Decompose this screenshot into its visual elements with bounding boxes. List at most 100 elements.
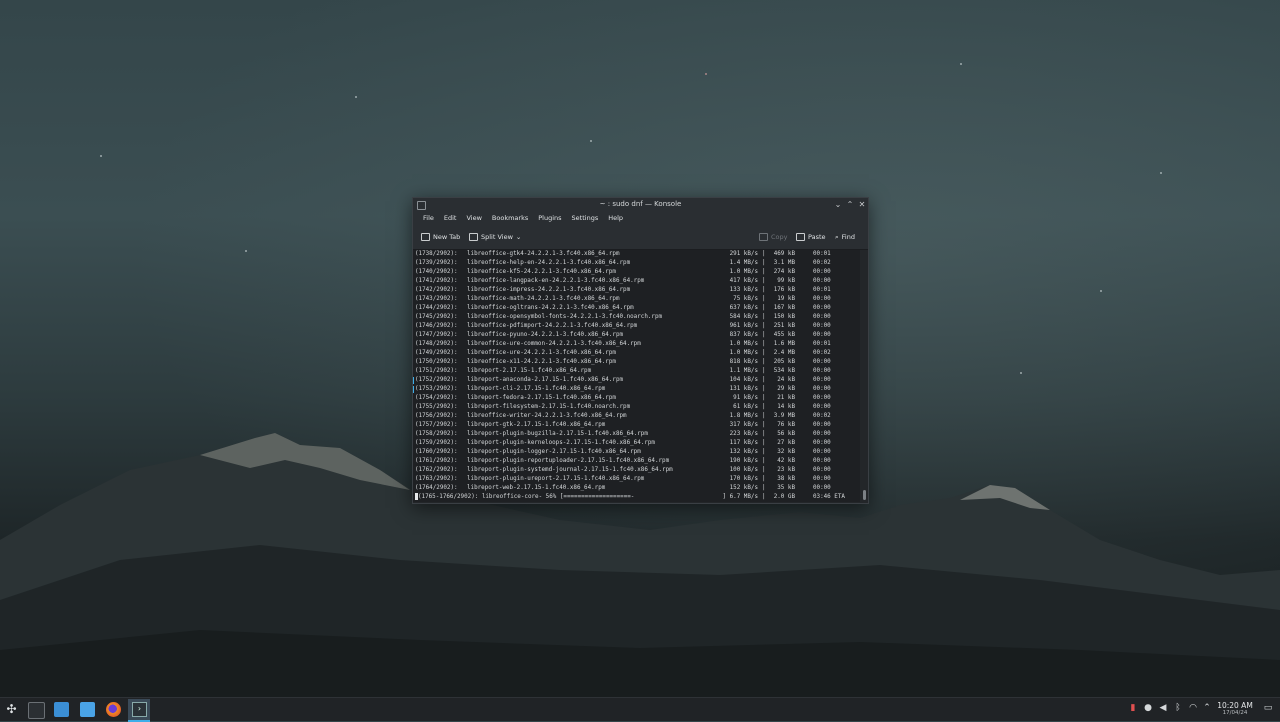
wifi-icon[interactable]: ◠	[1187, 702, 1199, 714]
terminal-line: (1763/2902): libreport-plugin-ureport-2.1…	[413, 475, 860, 484]
selection-marker	[413, 386, 414, 393]
package-name: libreport-anaconda-2.17.15-1.fc40.x86_64…	[467, 377, 624, 383]
terminal-icon: ›	[132, 702, 147, 717]
package-name: libreoffice-help-en-24.2.2.1-3.fc40.x86_…	[467, 260, 631, 266]
line-index: (1760/2902):	[415, 449, 458, 455]
download-rate: 75 kB/s	[733, 296, 758, 302]
package-size: 3.9 MB	[773, 413, 795, 419]
terminal-line: (1750/2902): libreoffice-x11-24.2.2.1-3.f…	[413, 358, 860, 367]
package-name: libreoffice-langpack-en-24.2.2.1-3.fc40.…	[467, 278, 645, 284]
package-name: libreport-2.17.15-1.fc40.x86_64.rpm	[467, 368, 592, 374]
line-index: (1748/2902):	[415, 341, 458, 347]
package-size: 167 kB	[773, 305, 795, 311]
package-name: libreport-gtk-2.17.15-1.fc40.x86_64.rpm	[467, 422, 606, 428]
download-rate: 170 kB/s	[729, 476, 758, 482]
update-notifier-icon[interactable]: ▮	[1127, 702, 1139, 714]
volume-icon[interactable]: ◀	[1157, 702, 1169, 714]
menu-bookmarks[interactable]: Bookmarks	[487, 214, 533, 222]
new-tab-button[interactable]: New Tab	[421, 232, 460, 242]
download-rate: 1.1 MB/s	[729, 368, 758, 374]
package-name: libreoffice-ure-24.2.2.1-3.fc40.x86_64.r…	[467, 350, 616, 356]
clock[interactable]: 10:20 AM 17/04/24	[1212, 701, 1258, 717]
pager-icon[interactable]	[28, 702, 45, 719]
terminal-line: (1745/2902): libreoffice-opensymbol-fonts…	[413, 313, 860, 322]
line-index: (1754/2902):	[415, 395, 458, 401]
progress-eta: 03:46 ETA	[813, 494, 845, 500]
app-launcher-icon[interactable]: ✣	[4, 702, 19, 717]
column-separator: |	[762, 350, 766, 356]
column-separator: |	[762, 314, 766, 320]
package-size: 469 kB	[773, 251, 795, 257]
terminal-line: (1743/2902): libreoffice-math-24.2.2.1-3.…	[413, 295, 860, 304]
menu-settings[interactable]: Settings	[567, 214, 604, 222]
find-button[interactable]: ⌕ Find	[835, 232, 855, 242]
column-separator: |	[762, 359, 766, 365]
firefox-icon[interactable]	[106, 702, 121, 717]
close-icon[interactable]: ✕	[856, 198, 868, 211]
download-time: 00:00	[813, 332, 831, 338]
line-index: (1758/2902):	[415, 431, 458, 437]
discover-icon[interactable]	[54, 702, 69, 717]
line-index: (1742/2902):	[415, 287, 458, 293]
download-time: 00:00	[813, 431, 831, 437]
terminal-line: (1756/2902): libreoffice-writer-24.2.2.1-…	[413, 412, 860, 421]
terminal-scrollbar[interactable]	[860, 250, 868, 502]
selection-marker	[413, 377, 414, 384]
file-manager-icon[interactable]	[80, 702, 95, 717]
line-index: (1757/2902):	[415, 422, 458, 428]
copy-button[interactable]: Copy	[759, 232, 788, 242]
titlebar[interactable]: ~ : sudo dnf — Konsole ⌄ ⌃ ✕	[413, 198, 868, 211]
download-time: 00:00	[813, 323, 831, 329]
bluetooth-icon[interactable]: ᛒ	[1172, 702, 1184, 714]
download-rate: 61 kB/s	[733, 404, 758, 410]
terminal-output[interactable]: (1738/2902): libreoffice-gtk4-24.2.2.1-3.…	[413, 250, 860, 502]
column-separator: |	[762, 296, 766, 302]
column-separator: |	[762, 485, 766, 491]
terminal-line: (1753/2902): libreport-cli-2.17.15-1.fc40…	[413, 385, 860, 394]
package-name: libreoffice-pdfimport-24.2.2.1-3.fc40.x8…	[467, 323, 638, 329]
download-time: 00:02	[813, 413, 831, 419]
split-view-label: Split View	[481, 233, 513, 241]
column-separator: |	[762, 287, 766, 293]
maximize-icon[interactable]: ⌃	[844, 198, 856, 211]
terminal-app-icon	[417, 201, 426, 210]
menu-edit[interactable]: Edit	[439, 214, 462, 222]
package-size: 14 kB	[777, 404, 795, 410]
line-index: (1759/2902):	[415, 440, 458, 446]
package-size: 3.1 MB	[773, 260, 795, 266]
split-view-icon	[469, 233, 478, 241]
download-rate: 1.0 MB/s	[729, 350, 758, 356]
split-view-button[interactable]: Split View ⌄	[469, 232, 521, 242]
package-size: 455 kB	[773, 332, 795, 338]
line-index: (1751/2902):	[415, 368, 458, 374]
line-index: (1738/2902):	[415, 251, 458, 257]
line-index: (1749/2902):	[415, 350, 458, 356]
minimize-icon[interactable]: ⌄	[832, 198, 844, 211]
package-name: libreport-plugin-reportuploader-2.17.15-…	[467, 458, 670, 464]
column-separator: |	[762, 413, 766, 419]
menu-file[interactable]: File	[418, 214, 439, 222]
download-rate: 132 kB/s	[729, 449, 758, 455]
show-desktop-icon[interactable]: ▭	[1262, 702, 1274, 714]
column-separator: |	[762, 494, 766, 500]
package-size: 38 kB	[777, 476, 795, 482]
menubar: File Edit View Bookmarks Plugins Setting…	[413, 211, 868, 225]
download-time: 00:00	[813, 368, 831, 374]
download-rate: 417 kB/s	[729, 278, 758, 284]
menu-plugins[interactable]: Plugins	[533, 214, 566, 222]
download-rate: 152 kB/s	[729, 485, 758, 491]
menu-view[interactable]: View	[461, 214, 486, 222]
column-separator: |	[762, 260, 766, 266]
menu-help[interactable]: Help	[603, 214, 628, 222]
package-name: libreport-plugin-ureport-2.17.15-1.fc40.…	[467, 476, 645, 482]
package-name: libreoffice-pyuno-24.2.2.1-3.fc40.x86_64…	[467, 332, 624, 338]
konsole-window[interactable]: ~ : sudo dnf — Konsole ⌄ ⌃ ✕ File Edit V…	[412, 197, 869, 504]
download-time: 00:00	[813, 485, 831, 491]
steam-icon[interactable]: ●	[1142, 702, 1154, 714]
download-time: 00:00	[813, 440, 831, 446]
scrollbar-thumb[interactable]	[863, 490, 866, 500]
package-size: 35 kB	[777, 485, 795, 491]
taskbar: ✣ › ▮ ● ◀ ᛒ ◠ ⌃ 10:20 AM 17/04/24 ▭	[0, 697, 1280, 722]
paste-button[interactable]: Paste	[796, 232, 826, 242]
konsole-task-button[interactable]: ›	[128, 699, 150, 722]
